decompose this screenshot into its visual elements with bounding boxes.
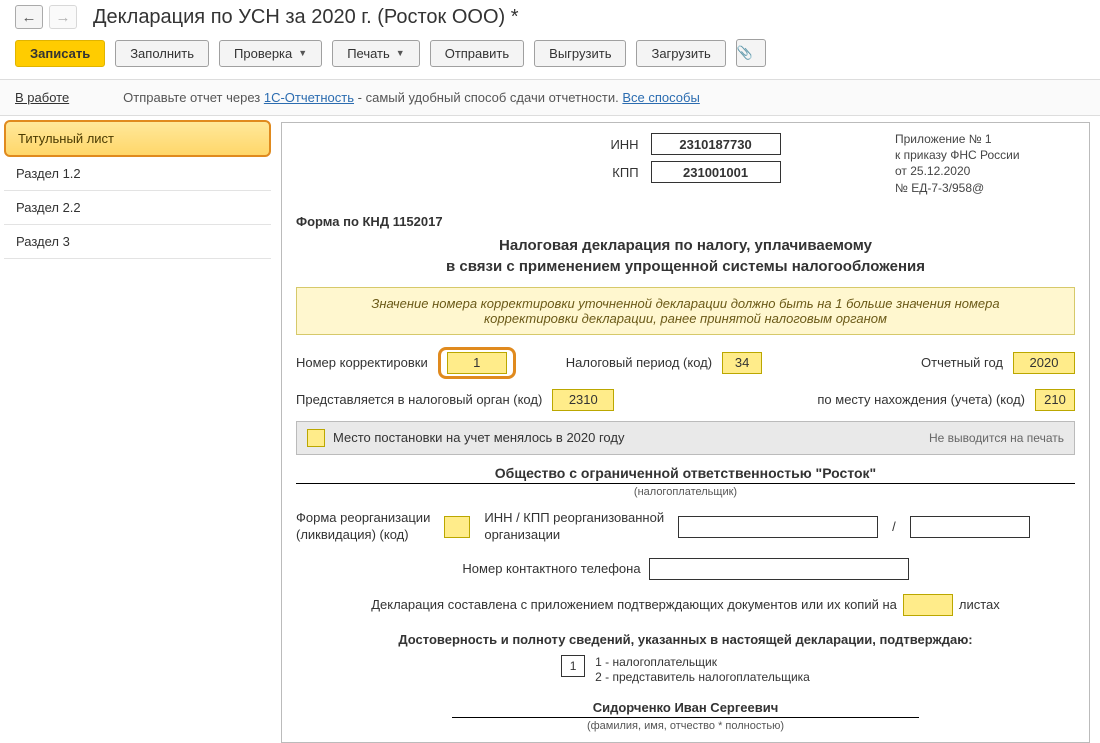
attach-button[interactable]: 📎 — [736, 39, 766, 67]
check-button-label: Проверка — [234, 46, 292, 61]
correction-label: Номер корректировки — [296, 355, 428, 370]
send-button[interactable]: Отправить — [430, 40, 524, 67]
reorg-inn-label: ИНН / КПП реорганизованной организации — [484, 510, 664, 544]
correction-field[interactable]: 1 — [447, 352, 507, 374]
sidebar: Титульный лист Раздел 1.2 Раздел 2.2 Раз… — [0, 116, 275, 743]
year-label: Отчетный год — [921, 355, 1003, 370]
import-button[interactable]: Загрузить — [636, 40, 725, 67]
kpp-label: КПП — [612, 165, 638, 180]
sidebar-item-title-page[interactable]: Титульный лист — [4, 120, 271, 157]
org-underline — [296, 483, 1075, 484]
registration-changed-label: Место постановки на учет менялось в 2020… — [333, 430, 624, 445]
tax-organ-label: Представляется в налоговый орган (код) — [296, 392, 542, 407]
not-printed-note: Не выводится на печать — [929, 431, 1064, 445]
confirm-options: 1 - налогоплательщик 2 - представитель н… — [595, 655, 810, 686]
inn-label: ИНН — [610, 137, 638, 152]
signer-sub: (фамилия, имя, отчество * полностью) — [296, 720, 1075, 732]
period-label: Налоговый период (код) — [566, 355, 712, 370]
registration-changed-checkbox[interactable] — [307, 429, 325, 447]
reorg-kpp-field[interactable] — [910, 516, 1030, 538]
place-field[interactable]: 210 — [1035, 389, 1075, 411]
sidebar-item-section-2-2[interactable]: Раздел 2.2 — [4, 191, 271, 225]
print-button[interactable]: Печать ▼ — [332, 40, 420, 67]
confirm-code-field[interactable]: 1 — [561, 655, 585, 677]
reporting-link[interactable]: 1С-Отчетность — [264, 90, 354, 105]
year-field[interactable]: 2020 — [1013, 352, 1075, 374]
reorg-form-label: Форма реорганизации (ликвидация) (код) — [296, 510, 430, 544]
attachments-label-before: Декларация составлена с приложением подт… — [371, 597, 897, 612]
phone-field[interactable] — [649, 558, 909, 580]
signer-name: Сидорченко Иван Сергеевич — [296, 700, 1075, 715]
status-link[interactable]: В работе — [15, 90, 69, 105]
arrow-left-icon: ← — [22, 9, 37, 26]
correction-highlight: 1 — [438, 347, 516, 379]
all-methods-link[interactable]: Все способы — [622, 90, 699, 105]
sidebar-item-section-1-2[interactable]: Раздел 1.2 — [4, 157, 271, 191]
place-label: по месту нахождения (учета) (код) — [817, 392, 1025, 407]
chevron-down-icon: ▼ — [396, 48, 405, 58]
reorg-form-field[interactable] — [444, 516, 470, 538]
appendix-info: Приложение № 1 к приказу ФНС России от 2… — [895, 131, 1075, 196]
paperclip-icon: 📎 — [737, 45, 753, 61]
slash: / — [892, 519, 896, 534]
content-panel: ИНН 2310187730 КПП 231001001 Приложение … — [281, 122, 1090, 743]
save-button[interactable]: Записать — [15, 40, 105, 67]
page-title: Декларация по УСН за 2020 г. (Росток ООО… — [93, 6, 519, 29]
confirm-title: Достоверность и полноту сведений, указан… — [296, 632, 1075, 647]
attachments-label-after: листах — [959, 597, 1000, 612]
org-sub: (налогоплательщик) — [296, 486, 1075, 498]
signer-underline — [452, 717, 919, 718]
phone-label: Номер контактного телефона — [462, 561, 640, 576]
arrow-right-icon: → — [56, 9, 71, 26]
org-name: Общество с ограниченной ответственностью… — [296, 465, 1075, 481]
nav-forward-button[interactable]: → — [49, 5, 77, 29]
form-code: Форма по КНД 1152017 — [296, 214, 1075, 229]
tax-organ-field[interactable]: 2310 — [552, 389, 614, 411]
attachments-count-field[interactable] — [903, 594, 953, 616]
reorg-inn-field[interactable] — [678, 516, 878, 538]
subbar-text: Отправьте отчет через 1С-Отчетность - са… — [123, 90, 700, 105]
inn-field[interactable]: 2310187730 — [651, 133, 781, 155]
fill-button[interactable]: Заполнить — [115, 40, 209, 67]
chevron-down-icon: ▼ — [298, 48, 307, 58]
print-button-label: Печать — [347, 46, 390, 61]
warning-box: Значение номера корректировки уточненной… — [296, 287, 1075, 335]
export-button[interactable]: Выгрузить — [534, 40, 626, 67]
sidebar-item-section-3[interactable]: Раздел 3 — [4, 225, 271, 259]
check-button[interactable]: Проверка ▼ — [219, 40, 322, 67]
declaration-title: Налоговая декларация по налогу, уплачива… — [296, 235, 1075, 277]
period-field[interactable]: 34 — [722, 352, 762, 374]
nav-back-button[interactable]: ← — [15, 5, 43, 29]
kpp-field[interactable]: 231001001 — [651, 161, 781, 183]
registration-changed-row: Место постановки на учет менялось в 2020… — [296, 421, 1075, 455]
